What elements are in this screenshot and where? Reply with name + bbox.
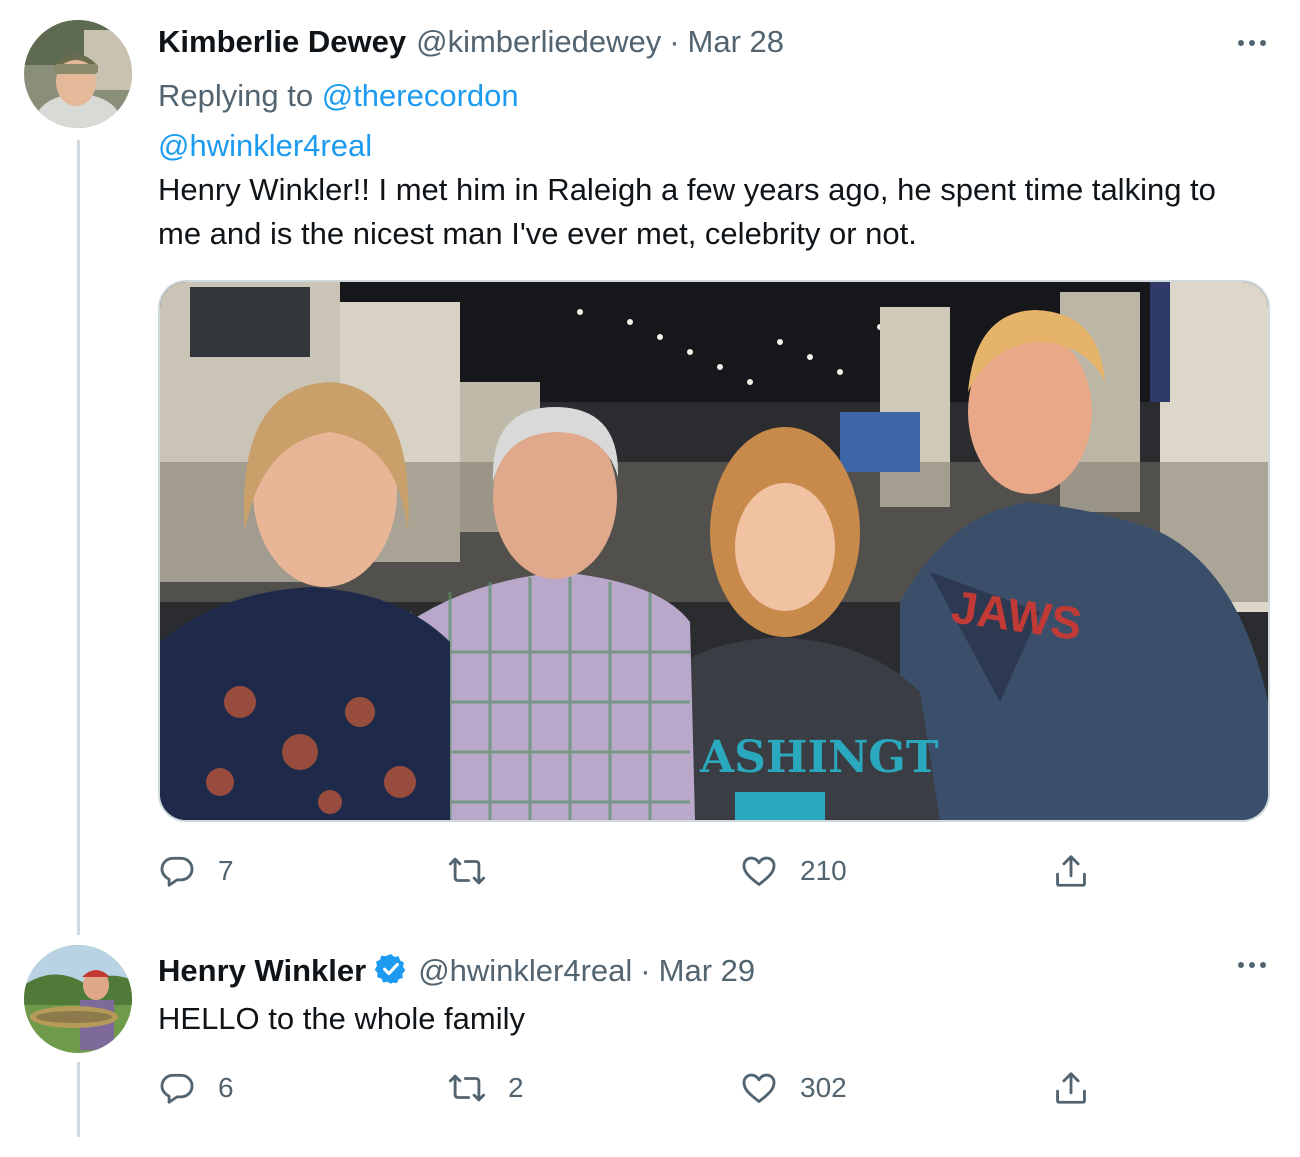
photo-image: JAWS ASHINGT [160,282,1268,820]
retweet-button[interactable]: 2 [448,1069,524,1107]
avatar-photo [24,945,132,1053]
like-button[interactable]: 210 [740,852,847,890]
share-button[interactable] [1052,852,1090,890]
tweet-date[interactable]: Mar 29 [659,953,755,989]
replying-to-label: Replying to [158,78,314,113]
svg-text:ASHINGT: ASHINGT [699,732,939,783]
tweet-header: Henry Winkler @hwinkler4real · Mar 29 [158,947,755,989]
like-button[interactable]: 302 [740,1069,847,1107]
reply-button[interactable]: 7 [158,852,234,890]
user-handle[interactable]: @hwinkler4real [418,953,632,989]
like-count: 302 [800,1072,847,1103]
retweet-button[interactable] [448,852,508,890]
more-options-ellipsis-icon[interactable] [1238,962,1266,968]
tweet-kimberlie-dewey[interactable]: Kimberlie Dewey @kimberliedewey · Mar 28… [0,0,1300,935]
tweet-actions: 7 210 [158,852,1270,896]
more-options-ellipsis-icon[interactable] [1238,40,1266,46]
thread-line [77,140,80,935]
tweet-body: Henry Winkler!! I met him in Raleigh a f… [158,172,1216,251]
upload-share-icon [1056,855,1086,887]
retweet-arrows-icon [448,857,486,885]
retweet-arrows-icon [448,1074,486,1102]
reply-count: 7 [218,855,234,886]
tweet-body: HELLO to the whole family [158,1001,526,1036]
tweet-henry-winkler[interactable]: Henry Winkler @hwinkler4real · Mar 29 HE… [0,925,1300,1157]
tweet-date[interactable]: Mar 28 [688,24,784,60]
heart-outline-icon [742,1073,776,1103]
display-name[interactable]: Henry Winkler [158,953,366,989]
verified-badge-icon [374,952,408,986]
avatar[interactable] [24,20,132,128]
tweet-photo[interactable]: JAWS ASHINGT [158,280,1270,822]
speech-bubble-icon [160,1073,194,1104]
tweet-text: HELLO to the whole family [158,997,1258,1041]
avatar[interactable] [24,945,132,1053]
separator-dot: · [669,24,680,59]
retweet-count: 2 [508,1072,524,1103]
share-button[interactable] [1052,1069,1090,1107]
replying-to-line: Replying to @therecordon [158,78,519,114]
thread-line [77,1062,80,1137]
reply-count: 6 [218,1072,234,1103]
tweet-text: @hwinkler4real Henry Winkler!! I met him… [158,124,1258,256]
display-name[interactable]: Kimberlie Dewey [158,24,406,60]
tweet-actions: 6 2 302 [158,1069,1270,1113]
separator-dot: · [640,953,651,988]
avatar-photo [24,20,132,128]
replying-to-link[interactable]: @therecordon [322,78,519,113]
like-count: 210 [800,855,847,886]
speech-bubble-icon [160,856,194,887]
user-handle[interactable]: @kimberliedewey [416,24,661,60]
mention-link[interactable]: @hwinkler4real [158,128,372,163]
tweet-header: Kimberlie Dewey @kimberliedewey · Mar 28 [158,24,784,60]
heart-outline-icon [742,856,776,886]
upload-share-icon [1056,1072,1086,1104]
reply-button[interactable]: 6 [158,1069,234,1107]
